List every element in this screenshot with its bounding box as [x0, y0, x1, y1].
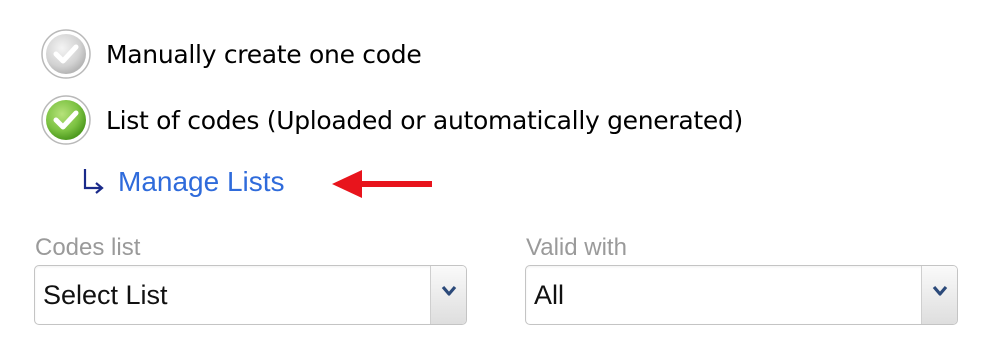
- radio-checked-icon[interactable]: [40, 94, 92, 146]
- option-label: List of codes (Uploaded or automatically…: [106, 105, 743, 135]
- codes-list-select[interactable]: Select List: [34, 265, 467, 325]
- radio-unchecked-icon[interactable]: [40, 28, 92, 80]
- valid-with-dropdown-button[interactable]: [921, 266, 957, 324]
- valid-with-label: Valid with: [526, 234, 627, 261]
- sub-arrow-icon: [80, 166, 108, 198]
- manage-lists-row: Manage Lists: [80, 160, 285, 204]
- option-manual-code[interactable]: Manually create one code: [40, 28, 422, 80]
- chevron-down-icon: [441, 285, 457, 296]
- option-list-of-codes[interactable]: List of codes (Uploaded or automatically…: [40, 94, 743, 146]
- codes-list-value: Select List: [43, 280, 168, 310]
- manage-lists-link[interactable]: Manage Lists: [118, 166, 285, 198]
- option-label: Manually create one code: [106, 39, 422, 69]
- valid-with-select[interactable]: All: [525, 265, 958, 325]
- red-arrow-icon: [332, 166, 434, 202]
- valid-with-value: All: [534, 280, 565, 310]
- chevron-down-icon: [932, 285, 948, 296]
- codes-list-label: Codes list: [35, 234, 141, 261]
- codes-list-dropdown-button[interactable]: [430, 266, 466, 324]
